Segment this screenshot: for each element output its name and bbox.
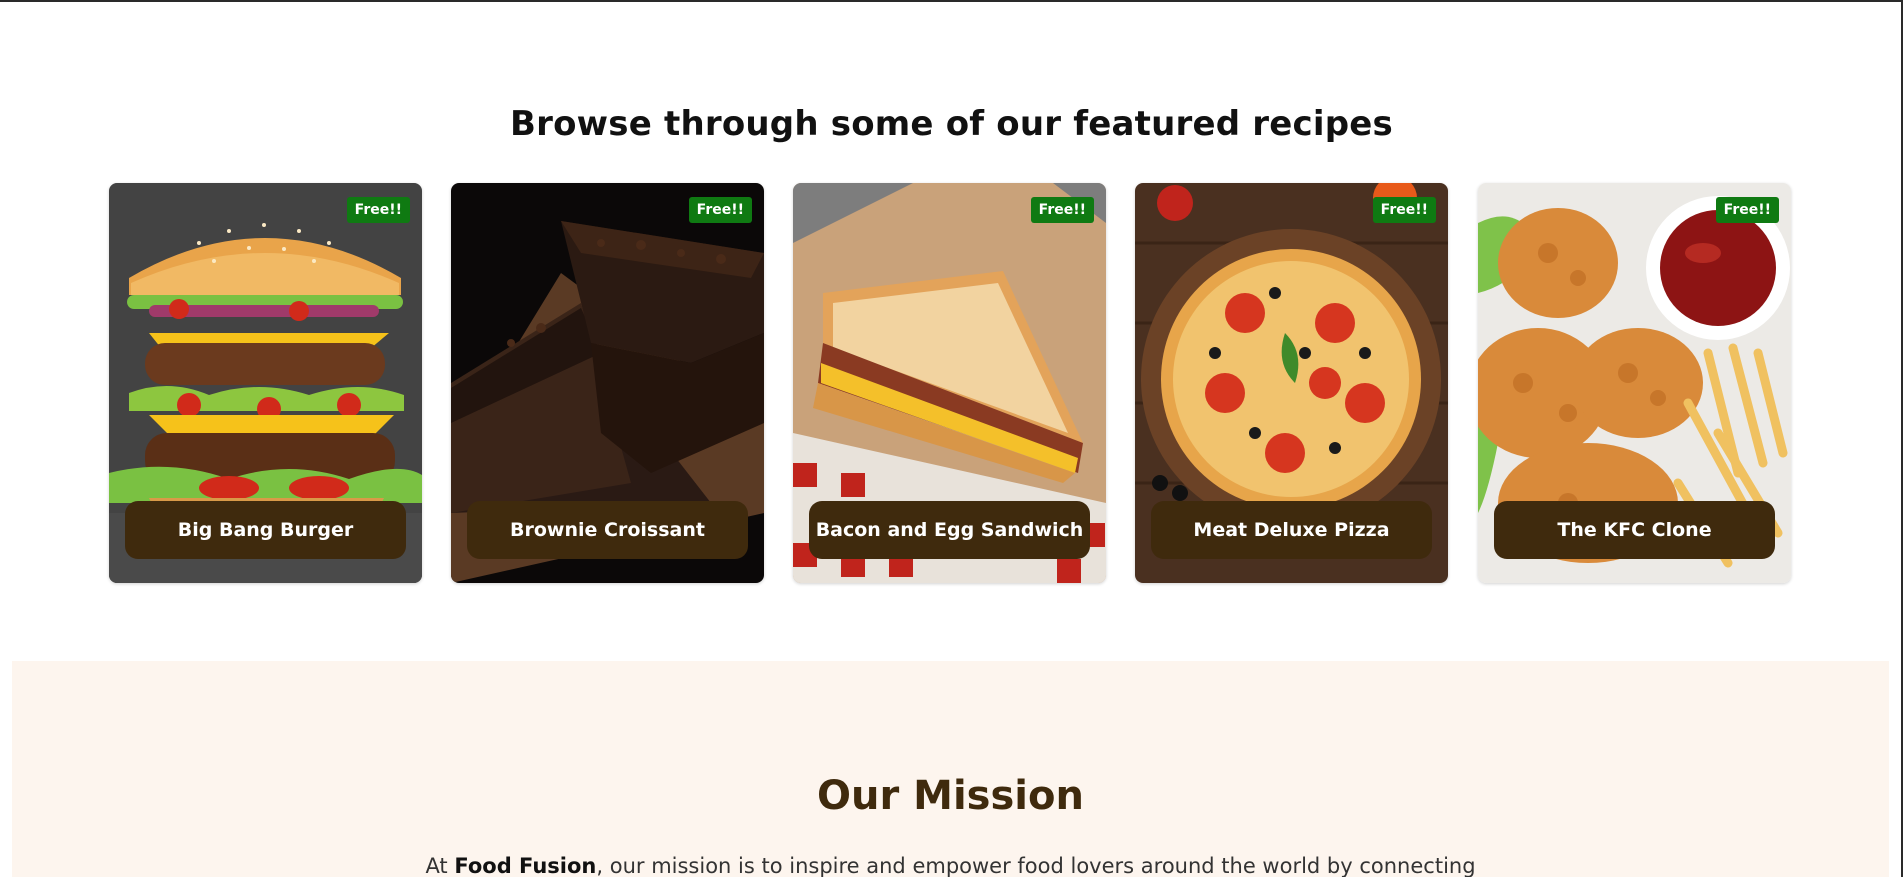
free-badge: Free!! bbox=[1030, 197, 1094, 223]
free-badge: Free!! bbox=[1372, 197, 1436, 223]
recipe-card-fried-chicken[interactable]: Free!! The KFC Clone bbox=[1478, 183, 1791, 583]
free-badge: Free!! bbox=[1715, 197, 1779, 223]
recipe-name[interactable]: Bacon and Egg Sandwich bbox=[809, 501, 1090, 559]
recipe-name[interactable]: Meat Deluxe Pizza bbox=[1151, 501, 1432, 559]
recipe-card-brownie[interactable]: Free!! Brownie Croissant bbox=[451, 183, 764, 583]
free-badge: Free!! bbox=[688, 197, 752, 223]
free-badge: Free!! bbox=[346, 197, 410, 223]
recipe-name[interactable]: The KFC Clone bbox=[1494, 501, 1775, 559]
mission-text: At Food Fusion, our mission is to inspir… bbox=[12, 854, 1889, 877]
recipe-name[interactable]: Big Bang Burger bbox=[125, 501, 406, 559]
mission-text-suffix: , our mission is to inspire and empower … bbox=[596, 854, 1476, 877]
mission-text-prefix: At bbox=[425, 854, 455, 877]
featured-title: Browse through some of our featured reci… bbox=[510, 104, 1393, 144]
brand-name: Food Fusion bbox=[454, 854, 597, 877]
recipe-card-sandwich[interactable]: Free!! Bacon and Egg Sandwich bbox=[793, 183, 1106, 583]
recipe-name[interactable]: Brownie Croissant bbox=[467, 501, 748, 559]
recipe-card-burger[interactable]: Free!! Big Bang Burger bbox=[109, 183, 422, 583]
featured-recipes-section: Browse through some of our featured reci… bbox=[0, 0, 1903, 640]
recipe-card-pizza[interactable]: Free!! Meat Deluxe Pizza bbox=[1135, 183, 1448, 583]
recipe-card-list: Free!! Big Bang Burger Free!! Brownie Cr bbox=[109, 183, 1793, 583]
mission-section: Our Mission At Food Fusion, our mission … bbox=[12, 661, 1889, 877]
mission-title: Our Mission bbox=[817, 773, 1084, 819]
